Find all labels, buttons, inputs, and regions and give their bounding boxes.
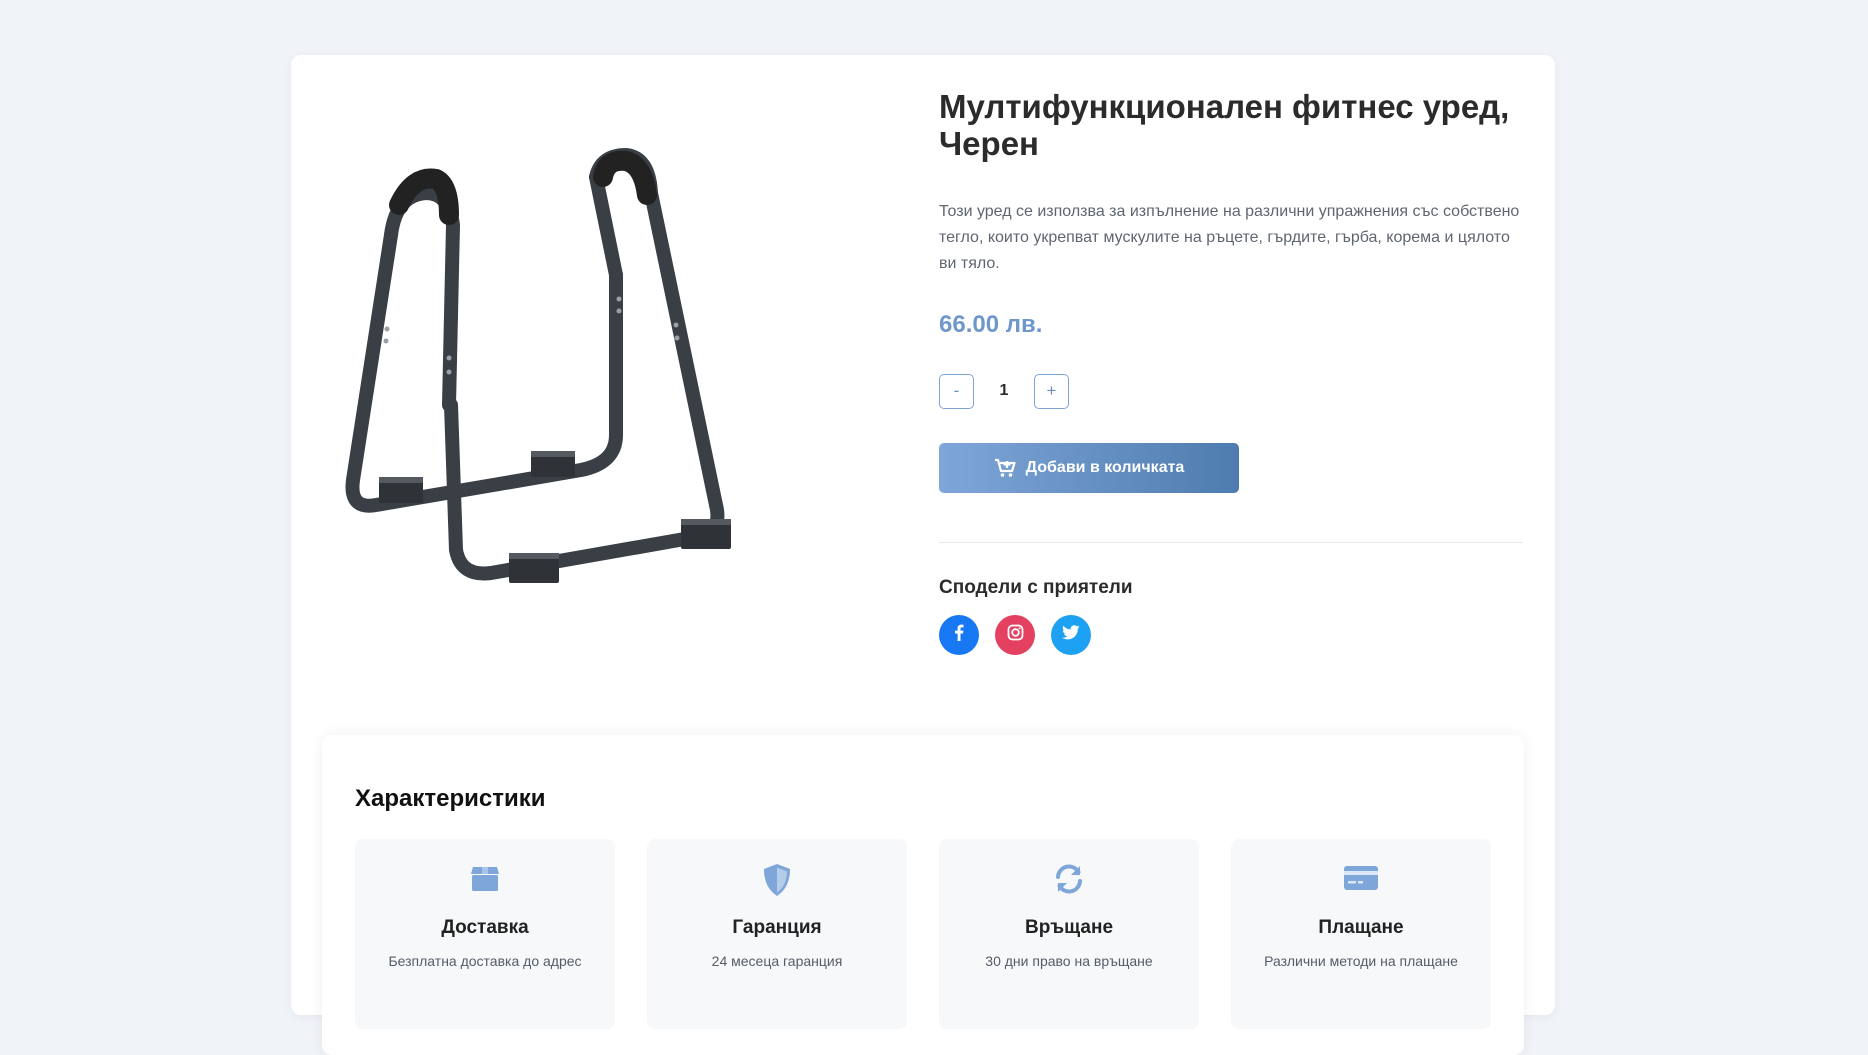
shield-icon: [647, 863, 907, 897]
quantity-increment-button[interactable]: +: [1034, 373, 1069, 409]
features-section: Характеристики Доставка Безплатна достав…: [322, 735, 1524, 1055]
feature-title: Връщане: [1024, 917, 1114, 938]
add-to-cart-label: Добави в количката: [1025, 459, 1185, 476]
feature-warranty: Гаранция 24 месеца гаранция: [647, 839, 907, 1029]
feature-returns: Връщане 30 дни право на връщане: [939, 839, 1199, 1029]
instagram-icon: [1007, 624, 1024, 646]
divider: [939, 542, 1523, 543]
facebook-share-button[interactable]: [939, 615, 979, 655]
feature-title: Гаранция: [732, 917, 822, 938]
product-image: [331, 105, 891, 705]
cart-plus-icon: [994, 458, 1016, 478]
features-title: Характеристики: [355, 785, 546, 812]
instagram-share-button[interactable]: [995, 615, 1035, 655]
quantity-decrement-button[interactable]: -: [939, 373, 974, 409]
dip-station-image: [345, 148, 731, 583]
add-to-cart-button[interactable]: Добави в количката: [939, 443, 1239, 493]
feature-delivery: Доставка Безплатна доставка до адрес: [355, 839, 615, 1029]
sync-icon: [939, 863, 1199, 897]
twitter-icon: [1062, 625, 1080, 645]
twitter-share-button[interactable]: [1051, 615, 1091, 655]
feature-payment: Плащане Различни методи на плащане: [1231, 839, 1491, 1029]
feature-text: Безплатна доставка до адрес: [388, 953, 582, 969]
feature-title: Плащане: [1318, 917, 1404, 938]
box-icon: [355, 863, 615, 897]
product-title: Мултифункционален фитнес уред, Черен: [939, 88, 1510, 162]
social-share-list: [939, 615, 1523, 655]
feature-text: Различни методи на плащане: [1264, 953, 1458, 969]
credit-card-icon: [1231, 863, 1491, 897]
share-title: Сподели с приятели: [939, 577, 1133, 598]
quantity-value[interactable]: 1: [974, 382, 1034, 400]
product-description: Този уред се използва за изпълнение на р…: [939, 203, 1520, 272]
facebook-icon: [954, 624, 964, 646]
feature-text: 24 месеца гаранция: [711, 953, 843, 969]
features-grid: Доставка Безплатна доставка до адрес Гар…: [355, 839, 1491, 1029]
product-info: Мултифункционален фитнес уред, Черен Тоз…: [939, 85, 1523, 655]
product-card: Мултифункционален фитнес уред, Черен Тоз…: [291, 55, 1555, 1055]
feature-title: Доставка: [441, 917, 529, 938]
feature-text: 30 дни право на връщане: [985, 953, 1153, 969]
quantity-stepper: - 1 +: [939, 373, 1523, 409]
product-price: 66.00 лв.: [939, 311, 1043, 338]
